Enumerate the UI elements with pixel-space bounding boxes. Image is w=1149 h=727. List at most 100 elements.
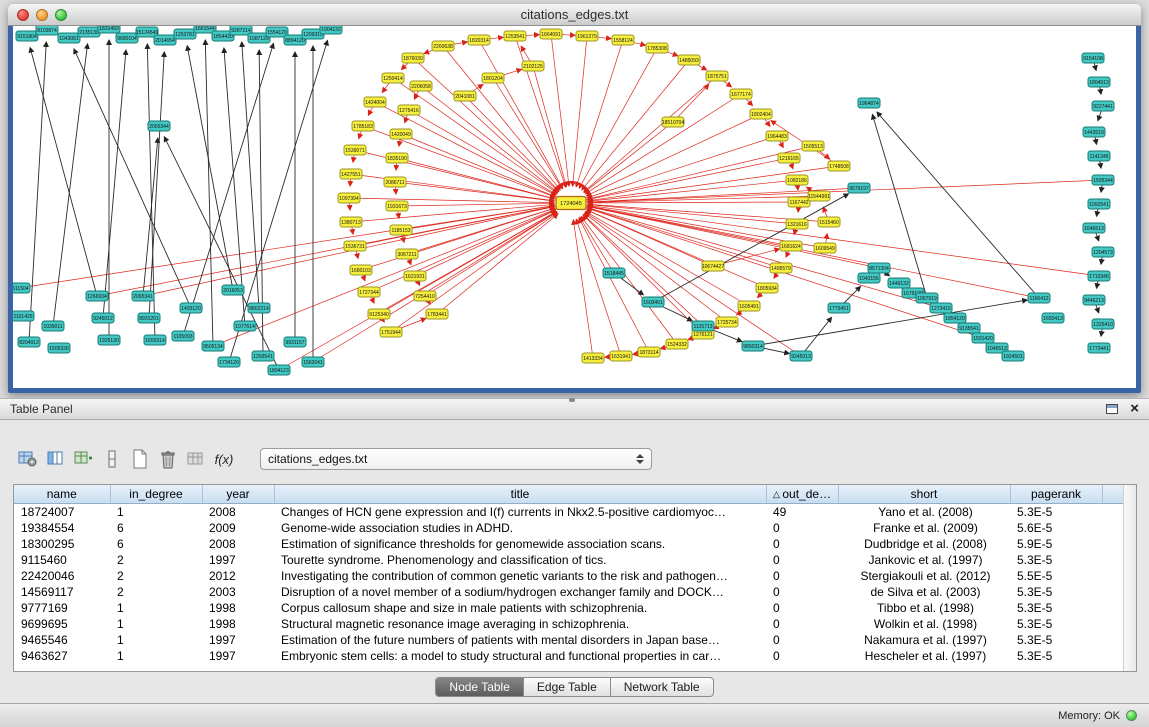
graph-node[interactable]: 1273415: [930, 303, 952, 313]
graph-node[interactable]: 1216165: [778, 153, 800, 163]
graph-edge[interactable]: [588, 205, 797, 224]
graph-node[interactable]: 1141345: [1088, 151, 1110, 161]
graph-edge[interactable]: [515, 36, 566, 187]
graph-node[interactable]: 1275416: [398, 105, 420, 115]
graph-node[interactable]: 1505336: [48, 343, 70, 353]
graph-node[interactable]: 9679197: [848, 183, 870, 193]
graph-node[interactable]: 1043081: [58, 33, 80, 43]
graph-node[interactable]: 1783441: [426, 309, 448, 319]
graph-node[interactable]: 1562041: [302, 357, 324, 367]
graph-node[interactable]: 1595344: [1092, 175, 1114, 185]
graph-node[interactable]: 1097394: [338, 193, 360, 203]
graph-edge[interactable]: [351, 174, 554, 201]
graph-edge[interactable]: [355, 150, 554, 199]
graph-node[interactable]: 1835190: [386, 153, 408, 163]
graph-node[interactable]: 7254410: [414, 291, 436, 301]
graph-edge[interactable]: [395, 182, 554, 201]
table-row[interactable]: 2242004622012Investigating the contribut…: [14, 568, 1136, 584]
graph-edge[interactable]: [313, 212, 557, 362]
graph-node[interactable]: 1621931: [404, 271, 426, 281]
graph-hub-node[interactable]: 1724045: [556, 197, 586, 210]
table-scrollbar[interactable]: [1123, 485, 1136, 671]
graph-node[interactable]: 1802404: [750, 109, 772, 119]
graph-node[interactable]: 1751944: [380, 327, 402, 337]
graph-node[interactable]: 2041081: [454, 91, 476, 101]
graph-node[interactable]: 1873114: [638, 347, 660, 357]
graph-edge[interactable]: [30, 48, 97, 296]
table-row[interactable]: 969969511998Structural magnetic resonanc…: [14, 616, 1136, 632]
graph-node[interactable]: 1725734: [716, 317, 738, 327]
graph-edge[interactable]: [242, 42, 259, 308]
table-row[interactable]: 911546021997Tourette syndrome. Phenomeno…: [14, 552, 1136, 568]
graph-node[interactable]: 9125340: [368, 309, 390, 319]
graph-node[interactable]: 1515460: [818, 217, 840, 227]
graph-node[interactable]: 1125713: [692, 321, 714, 331]
tab-node-table[interactable]: Node Table: [436, 678, 524, 696]
import-table-button[interactable]: [182, 446, 210, 472]
graph-node[interactable]: 1664091: [540, 29, 562, 39]
graph-edge[interactable]: [437, 214, 558, 314]
graph-node[interactable]: 9154108: [1082, 53, 1104, 63]
new-table-button[interactable]: [126, 446, 154, 472]
graph-node[interactable]: 9511504: [13, 283, 30, 293]
graph-edge[interactable]: [673, 85, 709, 122]
graph-edge[interactable]: [425, 212, 557, 296]
graph-node[interactable]: 2102125: [522, 61, 544, 71]
graph-node[interactable]: 2135130: [78, 27, 100, 37]
graph-node[interactable]: 1804123: [268, 365, 290, 375]
graph-node[interactable]: 1524332: [666, 339, 688, 349]
close-panel-icon[interactable]: ×: [1130, 403, 1139, 415]
graph-node[interactable]: 1558124: [612, 35, 634, 45]
graph-node[interactable]: 1424004: [364, 97, 386, 107]
graph-node[interactable]: 1804913: [1088, 77, 1110, 87]
graph-node[interactable]: 1734120: [218, 357, 240, 367]
graph-node[interactable]: 1875751: [706, 71, 728, 81]
graph-edge[interactable]: [397, 203, 554, 206]
graph-node[interactable]: 2065341: [132, 291, 154, 301]
table-row[interactable]: 977716911998Corpus callosum shape and si…: [14, 600, 1136, 616]
graph-edge[interactable]: [801, 317, 832, 356]
graph-edge[interactable]: [583, 215, 703, 334]
graph-node[interactable]: 1204573: [1092, 247, 1114, 257]
graph-node[interactable]: 2065344: [148, 121, 170, 131]
graph-node[interactable]: 1773441: [1088, 343, 1110, 353]
table-source-dropdown[interactable]: citations_edges.txt: [260, 448, 652, 470]
graph-node[interactable]: 1321616: [786, 219, 808, 229]
delete-table-button[interactable]: [154, 446, 182, 472]
graph-edge[interactable]: [586, 212, 749, 306]
graph-node[interactable]: 1854120: [944, 313, 966, 323]
graph-node[interactable]: 1443519: [1083, 127, 1105, 137]
graph-node[interactable]: 9505134: [202, 341, 224, 351]
graph-node[interactable]: 8931201: [138, 313, 160, 323]
graph-node[interactable]: 11544991: [808, 191, 830, 201]
zoom-window-button[interactable]: [55, 9, 67, 21]
graph-node[interactable]: 1677174: [730, 89, 752, 99]
graph-node[interactable]: 1166412: [1028, 293, 1050, 303]
graph-node[interactable]: 1092541: [1088, 199, 1110, 209]
graph-node[interactable]: 1039011: [42, 321, 64, 331]
graph-node[interactable]: 1485093: [678, 55, 700, 65]
graph-node[interactable]: 1748508: [828, 161, 850, 171]
graph-node[interactable]: 1325410: [1092, 319, 1114, 329]
graph-node[interactable]: 1964483: [766, 131, 788, 141]
graph-node[interactable]: 1904132: [320, 26, 342, 34]
edit-rows-button[interactable]: [98, 446, 126, 472]
graph-node[interactable]: 8862214: [248, 303, 270, 313]
float-panel-icon[interactable]: [1106, 404, 1118, 414]
column-header-name[interactable]: name: [14, 485, 110, 503]
minimize-window-button[interactable]: [36, 9, 48, 21]
graph-edge[interactable]: [579, 48, 657, 188]
table-row[interactable]: 1872400712008Changes of HCN gene express…: [14, 503, 1136, 520]
graph-node[interactable]: 1964874: [858, 98, 880, 108]
graph-node[interactable]: 1831493: [98, 26, 120, 33]
graph-node[interactable]: 1681624: [780, 241, 802, 251]
panel-resize-handle[interactable]: [569, 398, 575, 402]
graph-node[interactable]: 8103874: [36, 26, 58, 35]
table-row[interactable]: 946362711997Embryonic stem cells: a mode…: [14, 648, 1136, 664]
graph-node[interactable]: 1043156: [858, 273, 880, 283]
graph-edge[interactable]: [584, 76, 717, 192]
graph-node[interactable]: 1082186: [786, 175, 808, 185]
graph-edge[interactable]: [74, 49, 191, 308]
graph-node[interactable]: 1650413: [1042, 313, 1064, 323]
graph-node[interactable]: 1077614: [234, 321, 256, 331]
